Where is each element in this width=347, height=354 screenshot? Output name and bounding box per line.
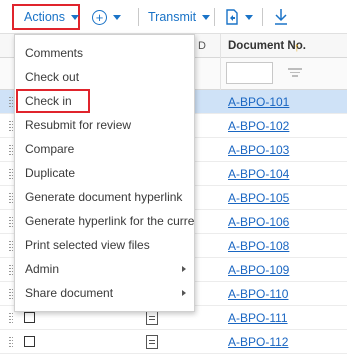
menu-item-check-in[interactable]: Check in bbox=[16, 89, 90, 113]
document-number-link[interactable]: A-BPO-112 bbox=[228, 335, 288, 349]
document-number-link[interactable]: A-BPO-102 bbox=[228, 119, 289, 133]
toolbar-divider bbox=[214, 8, 215, 26]
document-number-link[interactable]: A-BPO-106 bbox=[228, 215, 289, 229]
row-checkbox[interactable] bbox=[24, 312, 35, 323]
menu-item-comments[interactable]: Comments bbox=[15, 41, 194, 65]
drag-handle-icon[interactable] bbox=[9, 121, 13, 131]
drag-handle-icon[interactable] bbox=[9, 337, 13, 347]
chevron-down-icon bbox=[245, 14, 253, 20]
menu-item-resubmit-for-review[interactable]: Resubmit for review bbox=[15, 113, 194, 137]
menu-item-label: Compare bbox=[25, 142, 75, 156]
menu-item-duplicate[interactable]: Duplicate bbox=[15, 161, 194, 185]
transmit-label: Transmit bbox=[148, 10, 197, 24]
chevron-down-icon bbox=[71, 14, 79, 20]
actions-menu: Comments Check out Check in Resubmit for re… bbox=[14, 34, 195, 312]
drag-handle-icon[interactable] bbox=[9, 145, 13, 155]
menu-item-label: Share document bbox=[25, 286, 114, 300]
menu-item-label: Check in bbox=[25, 94, 72, 108]
sort-icon[interactable]: ↑ bbox=[294, 40, 300, 54]
menu-item-share-document[interactable]: Share document bbox=[15, 281, 194, 305]
menu-item-label: Comments bbox=[25, 46, 84, 60]
toolbar-divider bbox=[138, 8, 139, 26]
menu-item-label: Generate document hyperlink bbox=[25, 190, 183, 204]
download-button[interactable] bbox=[273, 4, 289, 30]
drag-handle-icon[interactable] bbox=[9, 289, 13, 299]
row-checkbox[interactable] bbox=[24, 336, 35, 347]
drag-handle-icon[interactable] bbox=[9, 193, 13, 203]
menu-item-print-selected-view-files[interactable]: Print selected view files bbox=[15, 233, 194, 257]
chevron-right-icon bbox=[182, 266, 186, 272]
menu-item-label: Duplicate bbox=[25, 166, 76, 180]
document-number-link[interactable]: A-BPO-110 bbox=[228, 287, 288, 301]
drag-handle-icon[interactable] bbox=[9, 97, 13, 107]
add-button[interactable]: + bbox=[92, 4, 121, 30]
chevron-down-icon bbox=[202, 14, 211, 20]
document-number-link[interactable]: A-BPO-105 bbox=[228, 191, 289, 205]
menu-item-generate-document-hyperlink[interactable]: Generate document hyperlink bbox=[15, 185, 194, 209]
document-number-link[interactable]: A-BPO-103 bbox=[228, 143, 289, 157]
document-number-link[interactable]: A-BPO-101 bbox=[228, 95, 289, 109]
actions-button[interactable]: Actions bbox=[12, 4, 80, 30]
document-file-icon[interactable] bbox=[146, 335, 158, 349]
toolbar-divider bbox=[262, 8, 263, 26]
drag-handle-icon[interactable] bbox=[9, 217, 13, 227]
table-row[interactable]: A-BPO-112 bbox=[0, 330, 347, 354]
document-number-link[interactable]: A-BPO-104 bbox=[228, 167, 289, 181]
drag-handle-icon[interactable] bbox=[9, 265, 13, 275]
chevron-down-icon bbox=[113, 14, 121, 20]
menu-item-check-out[interactable]: Check out bbox=[15, 65, 194, 89]
download-icon bbox=[275, 9, 287, 25]
export-button[interactable] bbox=[225, 4, 253, 30]
menu-item-label: Check out bbox=[25, 70, 80, 84]
document-file-icon[interactable] bbox=[146, 311, 158, 325]
document-number-link[interactable]: A-BPO-109 bbox=[228, 263, 289, 277]
menu-item-label: Generate hyperlink for the current r... bbox=[25, 214, 194, 228]
menu-item-admin[interactable]: Admin bbox=[15, 257, 194, 281]
filter-icon[interactable] bbox=[288, 66, 302, 78]
toolbar: Actions + Transmit bbox=[0, 0, 347, 34]
document-number-link[interactable]: A-BPO-111 bbox=[228, 311, 288, 325]
document-number-filter-input[interactable] bbox=[226, 62, 273, 84]
export-file-icon bbox=[226, 9, 238, 25]
drag-handle-icon[interactable] bbox=[9, 241, 13, 251]
plus-circle-icon: + bbox=[92, 9, 107, 25]
drag-handle-icon[interactable] bbox=[9, 313, 13, 323]
actions-label: Actions bbox=[24, 10, 65, 24]
document-number-link[interactable]: A-BPO-108 bbox=[228, 239, 289, 253]
drag-handle-icon[interactable] bbox=[9, 169, 13, 179]
menu-item-generate-hyperlink-for-the-current-r[interactable]: Generate hyperlink for the current r... bbox=[15, 209, 194, 233]
column-header-partial: D bbox=[198, 40, 206, 52]
menu-item-compare[interactable]: Compare bbox=[15, 137, 194, 161]
menu-item-label: Print selected view files bbox=[25, 238, 150, 252]
menu-item-label: Admin bbox=[25, 262, 60, 276]
actions-menu-items: Comments Check out Check in Resubmit for re… bbox=[15, 41, 194, 305]
transmit-button[interactable]: Transmit bbox=[148, 4, 211, 30]
menu-item-label: Resubmit for review bbox=[25, 118, 132, 132]
chevron-right-icon bbox=[182, 290, 186, 296]
